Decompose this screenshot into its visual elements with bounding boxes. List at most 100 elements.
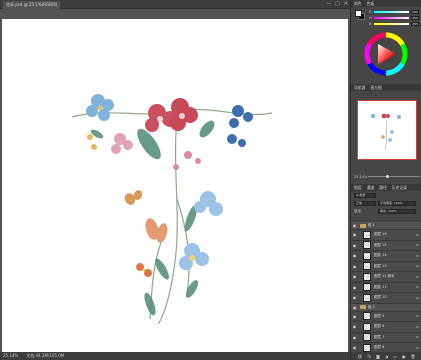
visibility-eye-icon[interactable]: ◉ [351,274,358,279]
document-canvas[interactable] [2,19,348,360]
layer-name: 图层 6 [374,345,385,350]
fx-icon[interactable]: fx [416,314,421,318]
adjustment-icon[interactable]: ◑ [385,354,389,359]
visibility-eye-icon[interactable]: ◉ [351,324,358,329]
layer-thumbnail [363,283,371,292]
tab-histogram[interactable]: 直方图 [370,85,381,91]
visibility-eye-icon[interactable]: ◉ [351,305,358,310]
trash-icon[interactable]: 🗑 [410,354,415,359]
slider-b-track[interactable] [374,22,409,26]
new-layer-icon[interactable]: ▣ [402,354,406,359]
visibility-eye-icon[interactable]: ◉ [351,264,358,269]
layer-name: 组 1 [368,223,375,227]
navigator-zoom-value[interactable]: 25.14% [354,175,367,179]
document-tab[interactable]: 花朵.psd @ 25.1%(RGB/8) [3,1,61,9]
tab-paths[interactable]: 路径 [379,185,387,191]
visibility-eye-icon[interactable]: ◉ [351,335,358,340]
fx-icon[interactable]: fx [416,346,421,350]
fx-icon[interactable]: fx [416,264,421,268]
visibility-eye-icon[interactable]: ◉ [351,285,358,290]
visibility-eye-icon[interactable]: ◉ [351,314,358,319]
tab-channels[interactable]: 通道 [367,185,375,191]
close-icon[interactable]: ✕ [344,1,348,8]
color-wheel[interactable] [364,32,408,76]
fx-icon[interactable]: fx [416,325,421,329]
status-doc-info[interactable]: 文档:44.2M/105.0M [26,352,64,360]
fx-icon[interactable]: fx [416,285,421,289]
slider-b-value[interactable]: 255 [411,22,419,26]
layer-row[interactable]: ◉ 图层 8 fx [351,322,421,333]
link-icon[interactable]: ⛓ [357,354,362,359]
fx-icon[interactable]: fx [416,243,421,247]
layer-filter-select[interactable]: Q 类型 [354,192,376,198]
opacity-field[interactable]: 不透明度: 100% [378,200,416,206]
layer-name: 图层 14 [374,253,387,258]
blend-opacity-row: 正常 不透明度: 100% [351,199,421,207]
color-panel: 颜色 色板 R 255 G 255 B 255 [351,0,421,81]
maximize-icon[interactable]: □ [335,1,340,8]
layer-group-row[interactable]: ◉ 组 1 [351,222,421,230]
layers-panel-footer: ⛓ fx ◙ ◑ ▭ ▣ 🗑 [351,352,421,360]
layer-thumbnail [363,293,371,302]
layer-thumbnail [363,333,371,342]
window-controls: — □ ✕ [326,1,348,8]
layer-row[interactable]: ◉ 图层 16 fx [351,230,421,241]
visibility-eye-icon[interactable]: ◉ [351,345,358,350]
fx-icon[interactable]: fx [416,233,421,237]
fx-icon[interactable]: fx [416,335,421,339]
visibility-eye-icon[interactable]: ◉ [351,253,358,258]
navigator-view-box[interactable] [357,100,417,160]
tab-navigator[interactable]: 导航器 [354,85,365,91]
visibility-eye-icon[interactable]: ◉ [351,223,358,228]
navigator-tabs: 导航器 直方图 [351,84,421,91]
document-tab-title: 花朵.psd @ 25.1%(RGB/8) [6,2,58,7]
layer-row[interactable]: ◉ 图层 14 fx [351,251,421,262]
folder-icon[interactable]: ▭ [393,354,397,359]
lock-fill-row: 锁定: 填充: 100% [351,207,421,215]
layer-group-row[interactable]: ◉ 组 2 [351,303,421,312]
tab-layers[interactable]: 图层 [354,185,362,191]
slider-g-value[interactable]: 255 [411,16,419,20]
layer-name: 组 2 [368,304,375,309]
status-zoom[interactable]: 25.14% [3,352,18,360]
fx-icon[interactable]: fx [416,254,421,258]
layer-thumbnail [363,343,371,352]
minimize-icon[interactable]: — [326,1,331,8]
navigator-zoom-slider[interactable] [368,174,420,178]
layer-filter-row: Q 类型 [351,191,421,199]
tab-history[interactable]: 历史记录 [392,185,407,191]
tab-swatches[interactable]: 色板 [367,1,375,7]
slider-r-value[interactable]: 255 [411,10,419,14]
slider-r-track[interactable] [374,10,409,14]
fx-icon[interactable]: fx [416,296,421,300]
layer-name: 图层 9 [374,313,385,318]
layer-name: 图层 11 [374,284,387,289]
navigator-panel: 导航器 直方图 25.14% [351,84,421,180]
layer-row[interactable]: ◉ 图层 11 fx [351,282,421,293]
foreground-color-swatch[interactable] [355,10,362,17]
layers-panel: 图层 通道 路径 历史记录 Q 类型 正常 不透明度: 100% 锁定: 填充:… [351,184,421,360]
zoom-slider-knob[interactable] [386,174,389,178]
slider-g-track[interactable] [374,16,409,20]
fx-icon[interactable]: fx [416,275,421,279]
layer-row[interactable]: ◉ 图层 12 副本 fx [351,272,421,283]
status-bar: 25.14% 文档:44.2M/105.0M [0,352,350,360]
visibility-eye-icon[interactable]: ◉ [351,243,358,248]
layer-thumbnail [363,312,371,321]
visibility-eye-icon[interactable]: ◉ [351,232,358,237]
layer-row[interactable]: ◉ 图层 13 fx [351,261,421,272]
visibility-eye-icon[interactable]: ◉ [351,295,358,300]
layer-row[interactable]: ◉ 图层 10 fx [351,293,421,304]
fx-icon[interactable]: fx [367,354,371,359]
layer-row[interactable]: ◉ 图层 9 fx [351,311,421,322]
fill-field[interactable]: 填充: 100% [378,208,416,214]
layer-thumbnail [363,262,371,271]
color-panel-tabs: 颜色 色板 [351,0,421,7]
layer-row[interactable]: ◉ 图层 7 fx [351,332,421,343]
layer-name: 图层 16 [374,232,387,237]
blend-mode-select[interactable]: 正常 [354,200,376,206]
layer-row[interactable]: ◉ 图层 15 fx [351,240,421,251]
tab-color[interactable]: 颜色 [354,1,362,7]
mask-icon[interactable]: ◙ [376,354,380,359]
layer-thumbnail [363,230,371,239]
